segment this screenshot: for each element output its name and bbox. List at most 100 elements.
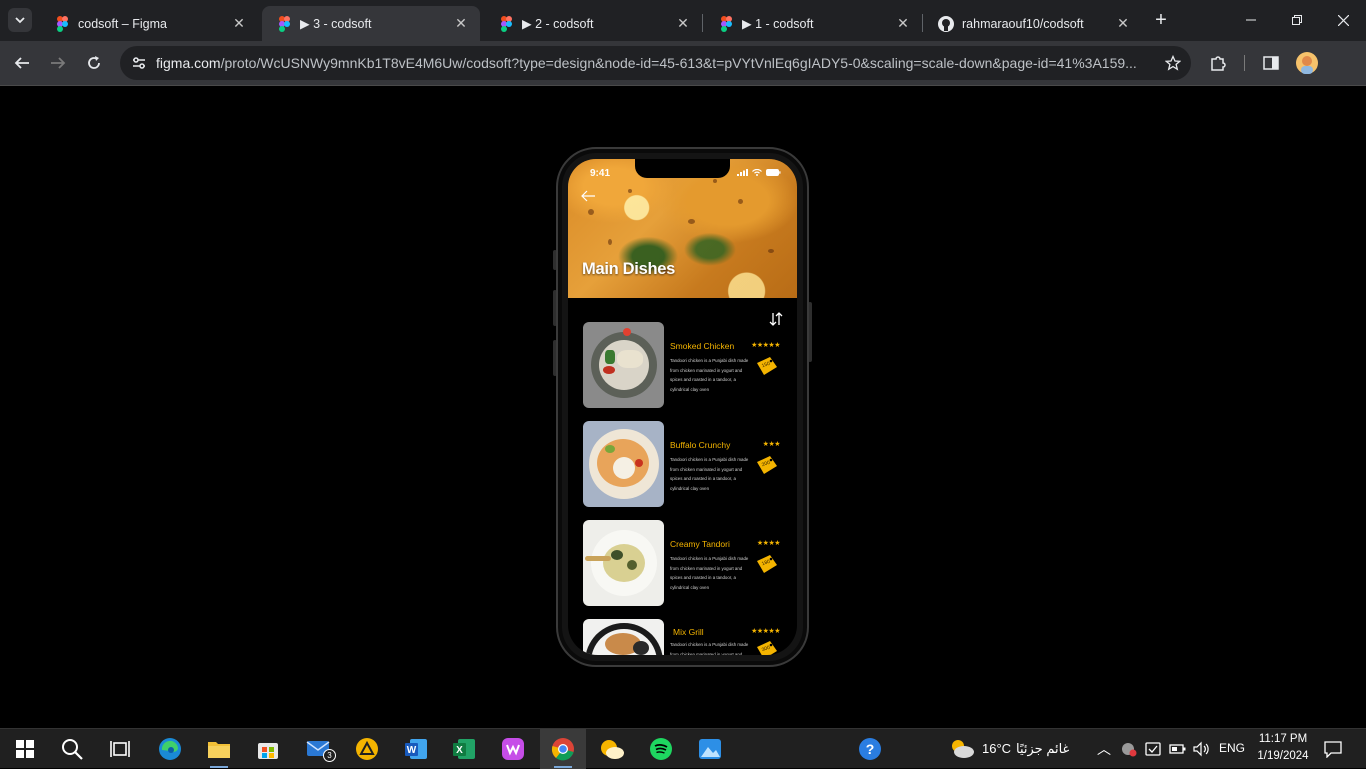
tab-2-codsoft[interactable]: ▶ 2 - codsoft ✕ bbox=[484, 6, 702, 41]
tab-divider bbox=[702, 14, 703, 32]
dish-name: Smoked Chicken bbox=[670, 341, 735, 351]
taskbar-store[interactable] bbox=[245, 729, 291, 769]
close-icon bbox=[1337, 14, 1349, 26]
dish-card[interactable]: Smoked Chicken ★★★★★ Tandoori chicken is… bbox=[583, 322, 788, 408]
dish-image bbox=[583, 520, 664, 606]
reload-icon bbox=[88, 56, 100, 69]
taskbar-word[interactable]: W bbox=[393, 729, 439, 769]
tab-title: codsoft – Figma bbox=[78, 16, 167, 31]
device-icon[interactable] bbox=[1145, 741, 1161, 757]
side-panel-button[interactable] bbox=[1258, 50, 1284, 76]
figma-icon bbox=[498, 15, 514, 32]
folder-icon bbox=[208, 742, 230, 758]
tab-strip: codsoft – Figma ✕ ▶ 3 - codsoft ✕ ▶ 2 - … bbox=[0, 0, 1366, 41]
close-icon[interactable]: ✕ bbox=[894, 15, 912, 33]
taskbar-clock[interactable]: 11:17 PM 1/19/2024 bbox=[1248, 731, 1318, 765]
dish-description: Tandoori chicken is a Punjabi dish made … bbox=[670, 642, 749, 655]
help-button[interactable]: ? bbox=[847, 729, 893, 769]
edge-icon bbox=[159, 738, 181, 760]
clock-time: 11:17 PM bbox=[1258, 733, 1308, 745]
taskbar-chrome[interactable] bbox=[540, 729, 586, 769]
weather-condition[interactable]: غائم جزئيًا bbox=[1016, 741, 1069, 757]
new-tab-button[interactable]: + bbox=[1150, 9, 1172, 31]
volume-icon[interactable] bbox=[1192, 741, 1210, 757]
svg-text:?: ? bbox=[866, 741, 875, 757]
side-panel-icon bbox=[1263, 56, 1279, 70]
taskbar-wps[interactable] bbox=[490, 729, 536, 769]
page-title: Main Dishes bbox=[582, 260, 675, 278]
back-button[interactable] bbox=[8, 49, 36, 77]
tab-3-codsoft[interactable]: ▶ 3 - codsoft ✕ bbox=[262, 6, 480, 41]
tab-divider bbox=[922, 14, 923, 32]
excel-icon: X bbox=[453, 739, 475, 759]
figma-icon bbox=[54, 15, 70, 32]
network-alert-icon[interactable] bbox=[1120, 741, 1138, 757]
taskbar-edge[interactable] bbox=[147, 729, 193, 769]
svg-text:X: X bbox=[456, 745, 463, 756]
spotify-icon bbox=[650, 738, 672, 760]
reload-button[interactable] bbox=[80, 49, 108, 77]
phone-notch bbox=[635, 159, 730, 178]
dish-image bbox=[583, 322, 664, 408]
wifi-icon bbox=[752, 169, 762, 176]
search-button[interactable] bbox=[49, 729, 95, 769]
taskbar-file-explorer[interactable] bbox=[196, 729, 242, 769]
signal-icon bbox=[737, 169, 748, 176]
tab-codsoft-figma[interactable]: codsoft – Figma ✕ bbox=[40, 6, 258, 41]
url-text[interactable]: figma.com/proto/WcUSNWy9mnKb1T8vE4M6Uw/c… bbox=[156, 55, 1155, 71]
close-icon[interactable]: ✕ bbox=[230, 15, 248, 33]
weather-widget-icon[interactable] bbox=[938, 729, 986, 769]
back-arrow-icon[interactable] bbox=[580, 188, 596, 204]
dish-card[interactable]: Mix Grill ★★★★★ Tandoori chicken is a Pu… bbox=[583, 619, 788, 655]
sun-cloud-icon bbox=[601, 740, 624, 759]
chrome-icon bbox=[551, 738, 574, 761]
photos-icon bbox=[699, 739, 721, 759]
tab-1-codsoft[interactable]: ▶ 1 - codsoft ✕ bbox=[704, 6, 922, 41]
tab-title: ▶ 2 - codsoft bbox=[522, 17, 594, 31]
puzzle-icon bbox=[1211, 56, 1226, 71]
restore-button[interactable] bbox=[1274, 6, 1320, 34]
minimize-button[interactable] bbox=[1228, 6, 1274, 34]
github-icon bbox=[938, 15, 954, 32]
task-view-icon bbox=[110, 741, 130, 757]
battery-icon bbox=[766, 169, 781, 176]
dish-name: Buffalo Crunchy bbox=[670, 440, 731, 450]
bookmark-star-icon[interactable] bbox=[1155, 46, 1191, 80]
start-button[interactable] bbox=[2, 729, 48, 769]
forward-button[interactable] bbox=[44, 49, 72, 77]
svg-text:W: W bbox=[407, 745, 417, 756]
address-bar[interactable]: figma.com/proto/WcUSNWy9mnKb1T8vE4M6Uw/c… bbox=[120, 46, 1191, 80]
tab-search-button[interactable] bbox=[8, 8, 32, 32]
close-window-button[interactable] bbox=[1320, 6, 1366, 34]
rating-stars: ★★★★★ bbox=[751, 342, 780, 349]
extensions-button[interactable] bbox=[1205, 50, 1231, 76]
word-icon: W bbox=[405, 739, 427, 759]
language-indicator[interactable]: ENG bbox=[1219, 741, 1245, 755]
weather-temp[interactable]: 16°C bbox=[982, 741, 1011, 756]
phone-screen: 9:41 Main Dishes Smoked Chicken ★★★★★ Ta… bbox=[568, 159, 797, 655]
chevron-up-icon[interactable]: ︿ bbox=[1097, 739, 1111, 759]
price-tag: 300 bbox=[755, 639, 779, 655]
site-info-icon[interactable] bbox=[122, 46, 156, 80]
dish-card[interactable]: Buffalo Crunchy ★★★ Tandoori chicken is … bbox=[583, 421, 788, 507]
taskbar-app[interactable] bbox=[344, 729, 390, 769]
notifications-icon[interactable] bbox=[1324, 740, 1342, 758]
close-icon[interactable]: ✕ bbox=[674, 15, 692, 33]
taskbar-mail[interactable]: 3 bbox=[296, 729, 342, 769]
close-icon[interactable]: ✕ bbox=[452, 15, 470, 33]
dish-card[interactable]: Creamy Tandori ★★★★ Tandoori chicken is … bbox=[583, 520, 788, 606]
price-tag: 200 bbox=[755, 454, 779, 476]
profile-avatar[interactable] bbox=[1294, 50, 1320, 76]
tab-github-codsoft[interactable]: rahmaraouf10/codsoft ✕ bbox=[924, 6, 1142, 41]
url-host: figma.com bbox=[156, 55, 221, 71]
close-icon[interactable]: ✕ bbox=[1114, 15, 1132, 33]
taskbar-photos[interactable] bbox=[687, 729, 733, 769]
taskbar-excel[interactable]: X bbox=[441, 729, 487, 769]
clock-date: 1/19/2024 bbox=[1257, 750, 1309, 762]
search-icon bbox=[62, 739, 83, 760]
taskbar-spotify[interactable] bbox=[638, 729, 684, 769]
taskbar-weather-app[interactable] bbox=[589, 729, 635, 769]
battery-icon[interactable] bbox=[1169, 742, 1187, 756]
rating-stars: ★★★★★ bbox=[751, 628, 780, 635]
task-view-button[interactable] bbox=[97, 729, 143, 769]
